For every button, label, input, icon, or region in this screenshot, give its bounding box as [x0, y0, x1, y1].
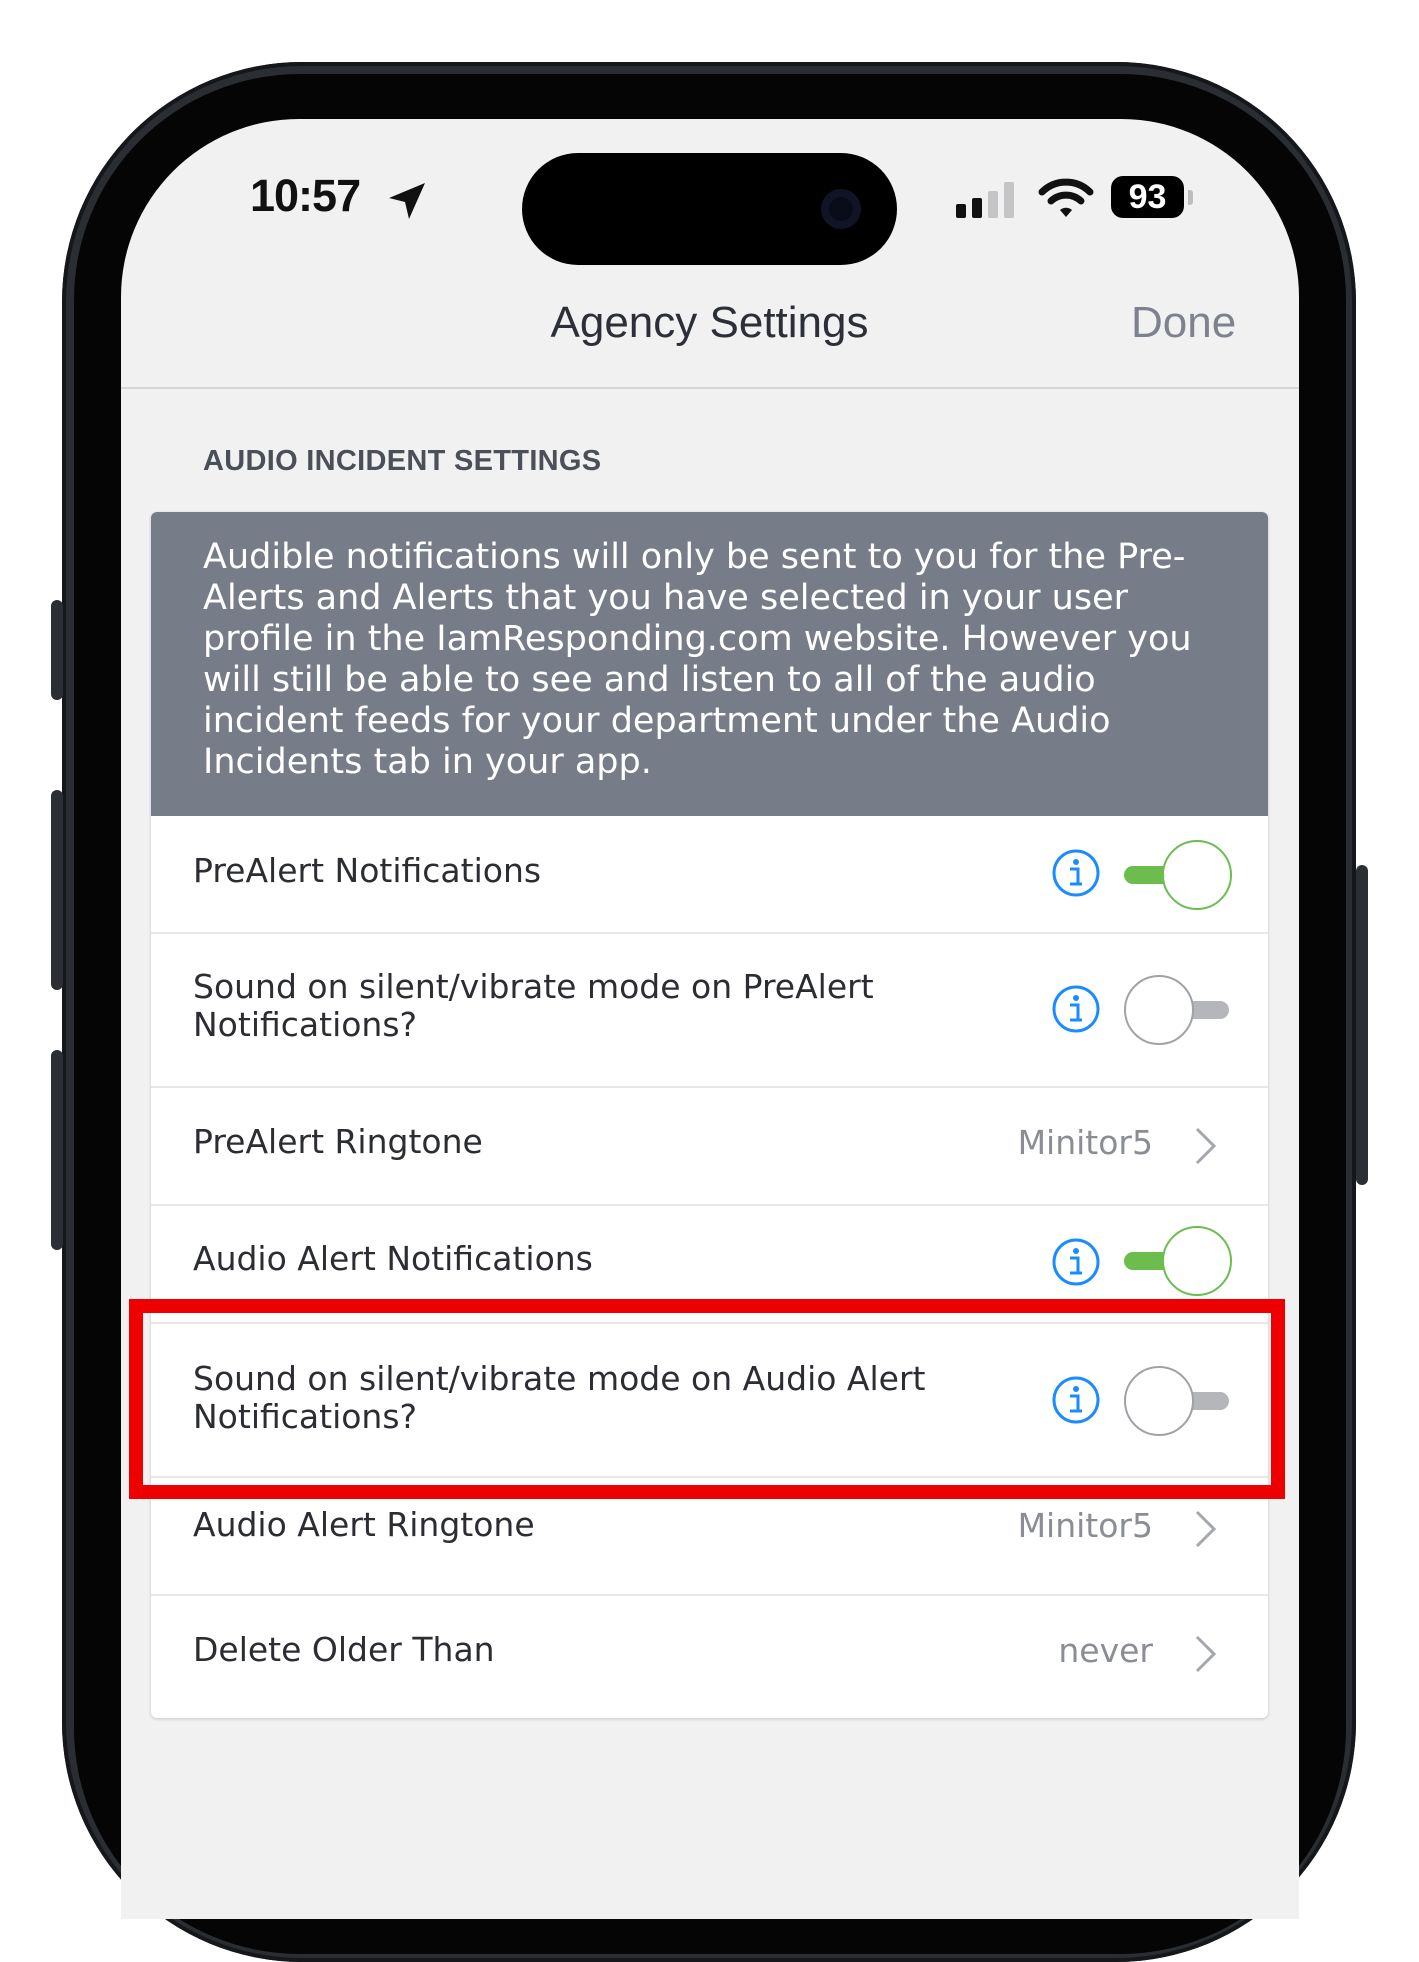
done-button[interactable]: Done [1131, 298, 1236, 348]
battery-tip [1188, 190, 1193, 205]
row-value: Minitor5 [1017, 1123, 1153, 1162]
row-label: PreAlert Notifications [193, 851, 542, 890]
location-arrow-icon [389, 183, 425, 219]
info-icon[interactable] [1051, 1237, 1101, 1287]
prealert-notifications-toggle[interactable] [1124, 840, 1232, 910]
row-label: Audio Alert Ringtone [193, 1505, 535, 1544]
row-delete-older-than[interactable]: Delete Older Than never [151, 1594, 1268, 1718]
info-icon[interactable] [1051, 848, 1101, 898]
row-label: Audio Alert Notifications [193, 1239, 593, 1278]
row-prealert-ringtone[interactable]: PreAlert Ringtone Minitor5 [151, 1086, 1268, 1206]
row-prealert-silent-sound: Sound on silent/vibrate mode on PreAlert… [151, 932, 1268, 1088]
section-header: AUDIO INCIDENT SETTINGS [203, 445, 602, 477]
highlight-box [129, 1299, 1285, 1499]
chevron-right-icon[interactable] [1194, 1634, 1218, 1674]
row-value: never [1058, 1631, 1153, 1670]
info-banner-text: Audible notifications will only be sent … [203, 537, 1192, 782]
camera-icon [821, 189, 861, 229]
row-label: Sound on silent/vibrate mode on PreAlert… [193, 967, 874, 1044]
row-label: Delete Older Than [193, 1630, 495, 1669]
toggle-knob [1162, 840, 1232, 910]
toggle-knob [1124, 975, 1194, 1045]
dynamic-island [522, 153, 897, 265]
row-prealert-notifications: PreAlert Notifications [151, 816, 1268, 934]
row-label: PreAlert Ringtone [193, 1122, 483, 1161]
volume-up-button [51, 790, 63, 990]
status-time: 10:57 [250, 170, 361, 221]
prealert-silent-sound-toggle[interactable] [1124, 975, 1229, 1045]
toggle-knob [1162, 1226, 1232, 1296]
battery-indicator: 93 [1111, 176, 1184, 218]
volume-down-button [51, 1050, 63, 1250]
cellular-signal-icon [956, 182, 1014, 218]
nav-divider [121, 387, 1299, 389]
chevron-right-icon[interactable] [1194, 1126, 1218, 1166]
row-value: Minitor5 [1017, 1506, 1153, 1545]
power-button [1356, 865, 1368, 1185]
info-icon[interactable] [1051, 984, 1101, 1034]
audio-alert-notifications-toggle[interactable] [1124, 1226, 1232, 1296]
action-button [51, 600, 63, 700]
chevron-right-icon[interactable] [1194, 1509, 1218, 1549]
wifi-icon [1038, 178, 1094, 217]
settings-card: Audible notifications will only be sent … [151, 512, 1268, 1718]
info-banner: Audible notifications will only be sent … [151, 512, 1268, 816]
